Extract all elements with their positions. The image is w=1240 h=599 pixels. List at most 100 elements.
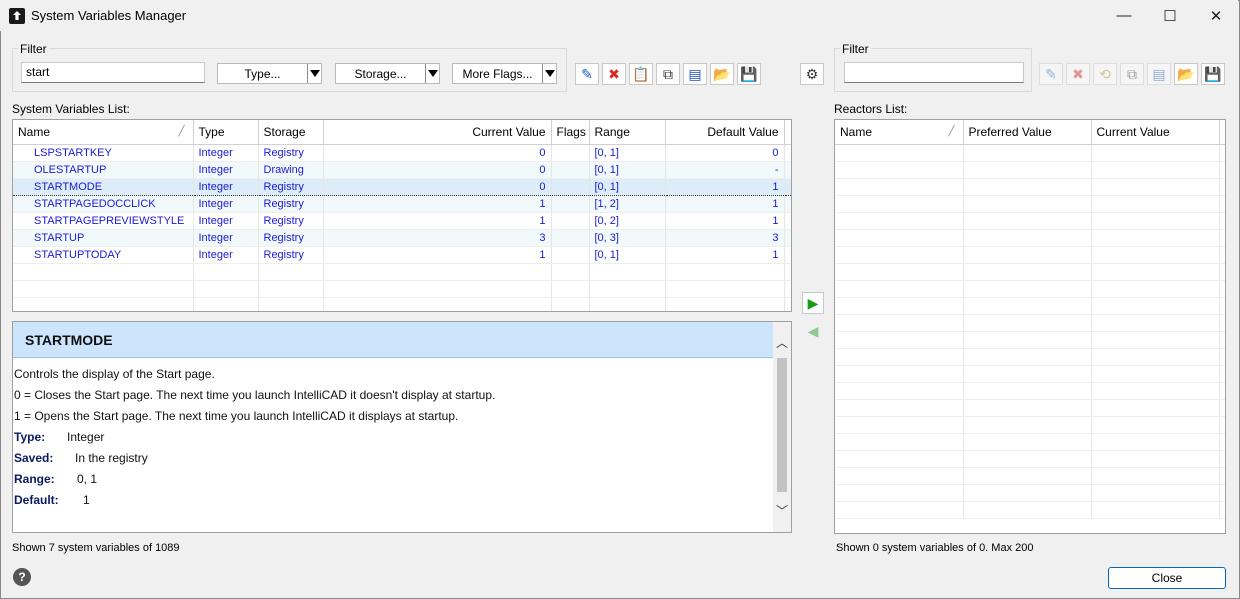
cell-range: [0, 2]	[589, 212, 666, 230]
cell-name: STARTUPTODAY	[13, 246, 194, 264]
minimize-button[interactable]: —	[1101, 0, 1147, 31]
empty-row	[835, 212, 1225, 230]
reactors-table: Name ╱ Preferred Value Current Value	[834, 119, 1226, 534]
cell-storage: Registry	[258, 246, 324, 264]
scroll-thumb[interactable]	[777, 358, 787, 492]
cell-type: Integer	[193, 229, 259, 247]
window-title: System Variables Manager	[31, 8, 187, 23]
open-folder-button[interactable]: 📂	[1174, 63, 1198, 85]
left-filter-label: Filter	[18, 42, 49, 56]
saved-key: Saved:	[14, 451, 54, 465]
empty-row	[835, 246, 1225, 264]
properties-button[interactable]: ▤	[1147, 63, 1171, 85]
cell-default: 3	[665, 229, 785, 247]
properties-button[interactable]: ▤	[683, 63, 707, 85]
cell-flags	[551, 212, 590, 230]
type-key: Type:	[14, 430, 46, 444]
cell-storage: Registry	[258, 195, 324, 213]
empty-row	[835, 195, 1225, 213]
cell-range: [1, 2]	[589, 195, 666, 213]
saved-value: In the registry	[75, 451, 148, 465]
settings-button[interactable]: ⚙	[800, 63, 824, 85]
column-header-range[interactable]: Range	[589, 120, 666, 145]
copy-icon: ⧉	[663, 65, 673, 82]
column-header-name[interactable]: Name ╱	[835, 120, 964, 145]
maximize-button[interactable]: ☐	[1147, 0, 1193, 31]
column-header-preferred-value[interactable]: Preferred Value	[963, 120, 1092, 145]
edit-button[interactable]: ✎	[575, 63, 599, 85]
empty-row	[835, 348, 1225, 366]
table-row[interactable]: STARTUP Integer Registry 3 [0, 3] 3	[13, 229, 791, 247]
flags-filter-dropdown[interactable]: More Flags...	[452, 63, 557, 84]
empty-row	[835, 450, 1225, 468]
storage-filter-dropdown[interactable]: Storage...	[335, 63, 440, 84]
table-row[interactable]: STARTPAGEDOCCLICK Integer Registry 1 [1, 2] 1	[13, 195, 791, 213]
description-scrollbar[interactable]: ︿ ﹀	[773, 322, 791, 532]
empty-row	[835, 263, 1225, 281]
arrow-right-icon: ▶	[807, 294, 819, 311]
properties-icon: ▤	[1152, 65, 1166, 82]
chevron-up-icon[interactable]: ︿	[776, 334, 788, 351]
table-row[interactable]: STARTPAGEPREVIEWSTYLE Integer Registry 1 [0,…	[13, 212, 791, 230]
cell-range: [0, 1]	[589, 161, 666, 179]
chevron-down-icon	[542, 64, 556, 83]
copy-icon: ⧉	[1127, 65, 1137, 82]
close-button[interactable]: Close	[1108, 567, 1226, 589]
description-line: 1 = Opens the Start page. The next time …	[14, 409, 459, 423]
cell-storage: Registry	[258, 212, 324, 230]
add-to-reactors-button[interactable]: ▶	[802, 292, 824, 314]
table-row[interactable]: STARTMODE Integer Registry 0 [0, 1] 1	[13, 177, 791, 196]
flags-filter-label: More Flags...	[462, 66, 533, 81]
default-value: 1	[83, 493, 90, 507]
cell-default: -	[665, 161, 785, 179]
cell-default: 1	[665, 246, 785, 264]
cell-flags	[551, 177, 590, 196]
column-header-current-value[interactable]: Current Value	[1091, 120, 1220, 145]
empty-row	[13, 263, 791, 281]
type-filter-dropdown[interactable]: Type...	[217, 63, 322, 84]
copy-button[interactable]: ⧉	[656, 63, 680, 85]
delete-button[interactable]: ✖	[1066, 63, 1090, 85]
title-bar: System Variables Manager — ☐ ✕	[0, 0, 1238, 31]
save-button[interactable]: 💾	[1201, 63, 1225, 85]
copy-button[interactable]: ⧉	[1120, 63, 1144, 85]
reset-button[interactable]: ⟲	[1093, 63, 1117, 85]
column-header-default-value[interactable]: Default Value	[665, 120, 785, 145]
column-header-storage[interactable]: Storage	[258, 120, 324, 145]
cell-flags	[551, 144, 590, 162]
sort-icon: ╱	[948, 126, 955, 137]
table-row[interactable]: STARTUPTODAY Integer Registry 1 [0, 1] 1	[13, 246, 791, 264]
help-icon[interactable]: ?	[13, 568, 31, 586]
remove-from-reactors-button[interactable]: ◀	[802, 320, 824, 342]
delete-button[interactable]: ✖	[602, 63, 626, 85]
open-folder-button[interactable]: 📂	[710, 63, 734, 85]
column-header-current-value[interactable]: Current Value	[323, 120, 552, 145]
left-filter-input[interactable]: start	[21, 62, 205, 83]
chevron-down-icon[interactable]: ﹀	[776, 502, 788, 519]
save-button[interactable]: 💾	[737, 63, 761, 85]
chevron-down-icon	[425, 64, 439, 83]
table-row[interactable]: OLESTARTUP Integer Drawing 0 [0, 1] -	[13, 161, 791, 179]
empty-row	[835, 297, 1225, 315]
empty-row	[835, 399, 1225, 417]
description-panel: STARTMODE	[12, 321, 792, 533]
system-variables-list-label: System Variables List:	[12, 102, 130, 116]
empty-row	[835, 501, 1225, 519]
empty-row	[835, 382, 1225, 400]
properties-icon: ▤	[688, 65, 702, 82]
cell-current: 0	[323, 177, 552, 196]
empty-row	[835, 314, 1225, 332]
edit-icon: ✎	[1045, 65, 1057, 82]
close-window-button[interactable]: ✕	[1193, 0, 1239, 31]
edit-button[interactable]: ✎	[1039, 63, 1063, 85]
empty-row	[835, 416, 1225, 434]
column-header-type[interactable]: Type	[193, 120, 259, 145]
column-header-name[interactable]: Name ╱	[13, 120, 194, 145]
right-filter-input[interactable]	[844, 62, 1024, 83]
column-header-flags[interactable]: Flags	[551, 120, 590, 145]
table-row[interactable]: LSPSTARTKEY Integer Registry 0 [0, 1] 0	[13, 144, 791, 162]
edit-icon: ✎	[581, 65, 593, 82]
cell-default: 1	[665, 195, 785, 213]
reactors-list-label: Reactors List:	[834, 102, 908, 116]
paste-button[interactable]: 📋	[629, 63, 653, 85]
